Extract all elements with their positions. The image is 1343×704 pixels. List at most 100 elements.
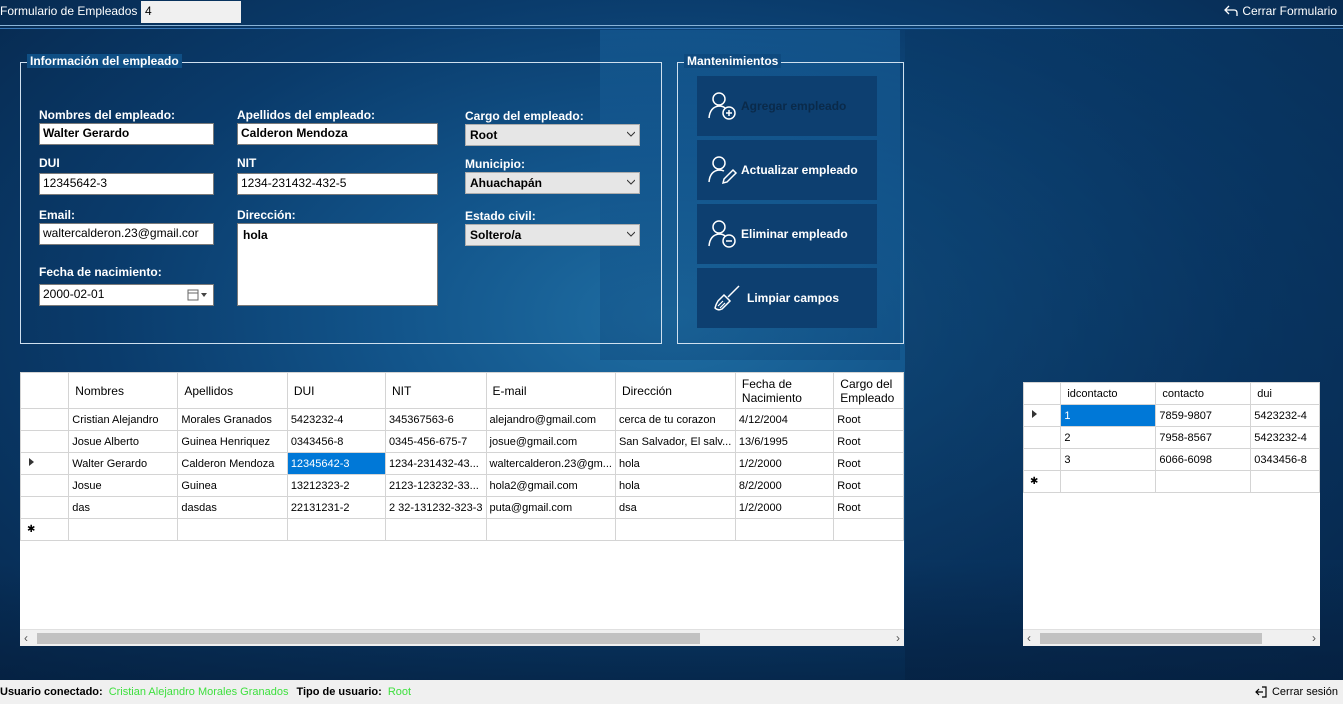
add-employee-button[interactable]: Agregar empleado	[697, 76, 877, 136]
table-cell[interactable]: hola2@gmail.com	[485, 474, 616, 497]
table-cell[interactable]: 8/2/2000	[734, 474, 835, 497]
row-header-current[interactable]	[20, 452, 70, 475]
column-header[interactable]: DUI	[286, 372, 386, 409]
table-cell[interactable]	[1060, 470, 1157, 493]
table-cell[interactable]: 345367563-6	[384, 408, 487, 431]
row-header[interactable]	[20, 496, 70, 519]
column-header[interactable]: contacto	[1155, 382, 1252, 405]
scroll-left-icon[interactable]: ‹	[24, 631, 28, 645]
table-row[interactable]: Josue Guinea 13212323-2 2123-123232-33..…	[20, 474, 904, 497]
table-cell[interactable]: 2123-123232-33...	[384, 474, 487, 497]
nit-input[interactable]: 1234-231432-432-5	[237, 173, 438, 195]
table-cell[interactable]: Root	[833, 474, 904, 497]
dui-input[interactable]: 12345642-3	[39, 173, 214, 195]
table-cell[interactable]: 22131231-2	[286, 496, 386, 519]
table-cell[interactable]: Josue Alberto	[68, 430, 179, 453]
table-cell[interactable]: Cristian Alejandro	[68, 408, 179, 431]
table-cell[interactable]: 5423232-4	[1250, 404, 1320, 427]
employees-horizontal-scrollbar[interactable]: ‹ ›	[20, 629, 904, 646]
table-cell[interactable]	[177, 518, 288, 541]
column-header[interactable]: NIT	[384, 372, 487, 409]
column-header[interactable]: Fecha de Nacimiento	[734, 372, 835, 409]
table-cell[interactable]	[833, 518, 904, 541]
table-row[interactable]: das dasdas 22131231-2 2 32-131232-323-3 …	[20, 496, 904, 519]
column-header[interactable]: dui	[1250, 382, 1320, 405]
table-cell[interactable]: 0343456-8	[1250, 448, 1320, 471]
apellidos-input[interactable]: Calderon Mendoza	[237, 123, 438, 145]
table-cell[interactable]	[614, 518, 736, 541]
row-header[interactable]	[20, 474, 70, 497]
employees-grid[interactable]: Nombres Apellidos DUI NIT E-mail Direcci…	[20, 372, 904, 646]
table-row[interactable]: 3 6066-6098 0343456-8	[1023, 448, 1320, 471]
table-cell[interactable]: 5423232-4	[1250, 426, 1320, 449]
table-cell-selected[interactable]: 1	[1060, 404, 1157, 427]
table-cell[interactable]: dasdas	[177, 496, 288, 519]
table-cell[interactable]: Josue	[68, 474, 179, 497]
table-cell[interactable]: 7958-8567	[1155, 426, 1252, 449]
table-cell[interactable]: 3	[1060, 448, 1157, 471]
form-number-field[interactable]: 4	[141, 1, 241, 23]
column-header[interactable]: Dirección	[614, 372, 736, 409]
table-cell[interactable]: 6066-6098	[1155, 448, 1252, 471]
table-cell[interactable]: 1/2/2000	[734, 496, 835, 519]
table-cell[interactable]: josue@gmail.com	[485, 430, 616, 453]
table-cell[interactable]	[286, 518, 386, 541]
table-cell[interactable]: 0345-456-675-7	[384, 430, 487, 453]
table-cell[interactable]: 13212323-2	[286, 474, 386, 497]
table-cell[interactable]: Guinea	[177, 474, 288, 497]
table-cell[interactable]: Morales Granados	[177, 408, 288, 431]
table-row-selected[interactable]: 1 7859-9807 5423232-4	[1023, 404, 1320, 427]
column-header[interactable]: Nombres	[68, 372, 179, 409]
cargo-select[interactable]: Root	[465, 124, 640, 146]
table-row[interactable]: Josue Alberto Guinea Henriquez 0343456-8…	[20, 430, 904, 453]
scrollbar-thumb[interactable]	[1040, 633, 1262, 644]
scroll-right-icon[interactable]: ›	[896, 631, 900, 645]
update-employee-button[interactable]: Actualizar empleado	[697, 140, 877, 200]
table-cell[interactable]: 4/12/2004	[734, 408, 835, 431]
table-cell[interactable]: hola	[614, 474, 736, 497]
logout-button[interactable]: Cerrar sesión	[1254, 685, 1338, 699]
table-row[interactable]: 2 7958-8567 5423232-4	[1023, 426, 1320, 449]
table-cell[interactable]: puta@gmail.com	[485, 496, 616, 519]
scroll-left-icon[interactable]: ‹	[1027, 631, 1031, 645]
municipio-select[interactable]: Ahuachapán	[465, 172, 640, 194]
table-cell[interactable]: Root	[833, 452, 904, 475]
contacts-horizontal-scrollbar[interactable]: ‹ ›	[1023, 629, 1320, 646]
table-row[interactable]: Cristian Alejandro Morales Granados 5423…	[20, 408, 904, 431]
table-cell[interactable]: 1/2/2000	[734, 452, 835, 475]
table-cell[interactable]: San Salvador, El salv...	[614, 430, 736, 453]
row-header[interactable]	[1023, 448, 1062, 471]
table-cell[interactable]: waltercalderon.23@gm...	[485, 452, 616, 475]
delete-employee-button[interactable]: Eliminar empleado	[697, 204, 877, 264]
direccion-textarea[interactable]: hola	[237, 223, 438, 306]
column-header[interactable]: idcontacto	[1060, 382, 1157, 405]
table-cell[interactable]	[734, 518, 835, 541]
table-cell[interactable]: 1234-231432-43...	[384, 452, 487, 475]
table-cell[interactable]	[1250, 470, 1320, 493]
close-form-button[interactable]: Cerrar Formulario	[1224, 4, 1337, 18]
scroll-right-icon[interactable]: ›	[1312, 631, 1316, 645]
table-cell[interactable]	[68, 518, 179, 541]
table-cell[interactable]: 0343456-8	[286, 430, 386, 453]
email-input[interactable]: waltercalderon.23@gmail.cor	[39, 223, 214, 245]
scrollbar-thumb[interactable]	[37, 633, 700, 644]
table-cell[interactable]: Calderon Mendoza	[177, 452, 288, 475]
row-header[interactable]	[20, 408, 70, 431]
table-cell-selected[interactable]: 12345642-3	[286, 452, 386, 475]
column-header[interactable]: Cargo del Empleado	[833, 372, 904, 409]
table-cell[interactable]: 2 32-131232-323-3	[384, 496, 487, 519]
table-cell[interactable]: alejandro@gmail.com	[485, 408, 616, 431]
table-cell[interactable]	[1155, 470, 1252, 493]
table-cell[interactable]: Root	[833, 408, 904, 431]
table-cell[interactable]: Root	[833, 496, 904, 519]
table-cell[interactable]: das	[68, 496, 179, 519]
clear-fields-button[interactable]: Limpiar campos	[697, 268, 877, 328]
table-cell[interactable]: dsa	[614, 496, 736, 519]
table-cell[interactable]: 7859-9807	[1155, 404, 1252, 427]
calendar-dropdown-icon[interactable]	[187, 289, 209, 301]
table-cell[interactable]: Root	[833, 430, 904, 453]
row-header-current[interactable]	[1023, 404, 1062, 427]
table-cell[interactable]: hola	[614, 452, 736, 475]
table-cell[interactable]: 5423232-4	[286, 408, 386, 431]
table-cell[interactable]: Guinea Henriquez	[177, 430, 288, 453]
